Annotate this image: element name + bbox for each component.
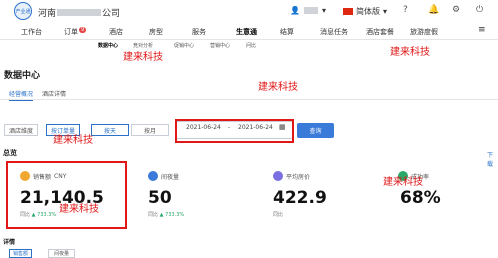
company-name: 河南 公司 [38,6,120,19]
nav-label: 旅游度假 [410,28,438,36]
up-arrow-icon: ▲ [159,212,164,218]
bell-icon[interactable]: 🔔 [428,5,439,15]
watermark: 建来科技 [59,204,99,215]
logout-icon[interactable]: ⏻ [476,5,483,15]
hamburger-icon[interactable]: ≡ [478,25,486,35]
company-prefix: 河南 [38,9,57,19]
room-nights-compare: 同比 ▲ 733.3% [148,211,184,218]
nav-item-hotel-package[interactable]: 酒店套餐 [366,27,394,37]
nav-item-business[interactable]: 生意通 [236,27,257,37]
avg-price-compare: 同比 [273,212,284,218]
room-nights-card: 间夜量 50 同比 ▲ 733.3% [135,162,245,228]
nav-item-travel[interactable]: 旅游度假 [410,27,438,37]
user-icon: 👤 [290,6,300,15]
nav-label: 酒店套餐 [366,28,394,36]
success-rate-card: 成功率 68% [385,162,495,228]
date-range-highlight-box [175,119,294,143]
watermark: 建来科技 [258,82,298,93]
nav-label: 订单 [64,28,78,36]
sales-highlight-box [6,161,127,229]
nav-label: 消息任务 [320,28,348,36]
nav-item-orders[interactable]: 订单 9 [64,27,87,37]
chevron-down-icon: ▾ [383,7,388,16]
nav-label: 结算 [280,28,294,36]
nav-label: 房型 [149,28,163,36]
success-rate-value: 68% [400,188,441,208]
page-title: 数据中心 [4,71,41,81]
top-bar: 产业通 河南 公司 👤 ▾ 简体版 ▾ ? 🔔 ⚙ ⏻ [0,0,498,24]
nav-label: 生意通 [236,28,257,36]
subnav-item-compare[interactable]: 问比 [246,42,256,49]
tab-sales[interactable]: 销售额 [9,249,32,258]
by-day-button[interactable]: 按天 [91,124,129,136]
room-nights-value: 50 [148,188,172,208]
order-count-badge: 9 [79,27,87,33]
room-nights-label-text: 间夜量 [161,173,180,181]
avg-price-label-text: 平均房价 [286,173,311,181]
watermark: 建来科技 [123,52,163,63]
avg-price-icon [273,171,283,181]
language-label: 简体版 [356,7,380,16]
nav-item-service[interactable]: 服务 [192,27,206,37]
nav-label: 工作台 [21,28,42,36]
avg-price-label: 平均房价 [273,171,310,181]
tab-hotel-details[interactable]: 酒店详情 [42,89,66,98]
language-selector[interactable]: 简体版 ▾ [343,6,387,17]
watermark: 建来科技 [383,177,423,188]
query-button[interactable]: 查询 [297,123,334,138]
subnav-item-promotion[interactable]: 促销中心 [174,42,194,49]
nav-label: 服务 [192,28,206,36]
user-menu[interactable]: 👤 ▾ [290,6,326,15]
page-tabs: 经营概况 酒店详情 [0,86,498,101]
nav-item-workbench[interactable]: 工作台 [21,27,42,37]
main-nav: 工作台 订单 9 酒店 房型 服务 生意通 结算 消息任务 酒店套餐 旅游度假 ≡ [0,24,498,40]
room-nights-icon [148,171,158,181]
logo-text: 产业通 [15,8,31,15]
settings-icon[interactable]: ⚙ [452,5,460,15]
subnav-item-marketing[interactable]: 营销中心 [210,42,230,49]
room-nights-change: 733.3% [165,212,185,218]
redacted-text [57,9,102,16]
details-heading: 详情 [3,239,16,246]
nav-item-messages[interactable]: 消息任务 [320,27,348,37]
by-month-button[interactable]: 按月 [131,124,169,136]
subnav-item-data-center[interactable]: 数据中心 [98,42,118,49]
redacted-username [303,7,318,14]
nav-item-hotel[interactable]: 酒店 [109,27,123,37]
watermark: 建来科技 [390,47,430,58]
nav-label: 酒店 [109,28,123,36]
company-logo[interactable]: 产业通 [14,2,32,20]
overview-heading: 总览 [3,149,17,157]
avg-price-value: 422.9 [273,188,327,208]
nav-item-room-type[interactable]: 房型 [149,27,163,37]
tab-business-overview[interactable]: 经营概况 [9,89,34,101]
watermark: 建来科技 [53,135,93,146]
avg-price-card: 平均房价 422.9 同比 [260,162,370,228]
company-suffix: 公司 [102,9,121,19]
help-icon[interactable]: ? [403,5,408,15]
room-nights-label: 间夜量 [148,171,179,181]
hotel-dimension-button[interactable]: 酒店维度 [4,124,38,136]
nav-item-settlement[interactable]: 结算 [280,27,294,37]
compare-label: 同比 [148,212,159,218]
china-flag-icon [343,8,353,15]
tab-room-nights[interactable]: 间夜量 [48,249,75,258]
chevron-down-icon: ▾ [321,6,326,15]
